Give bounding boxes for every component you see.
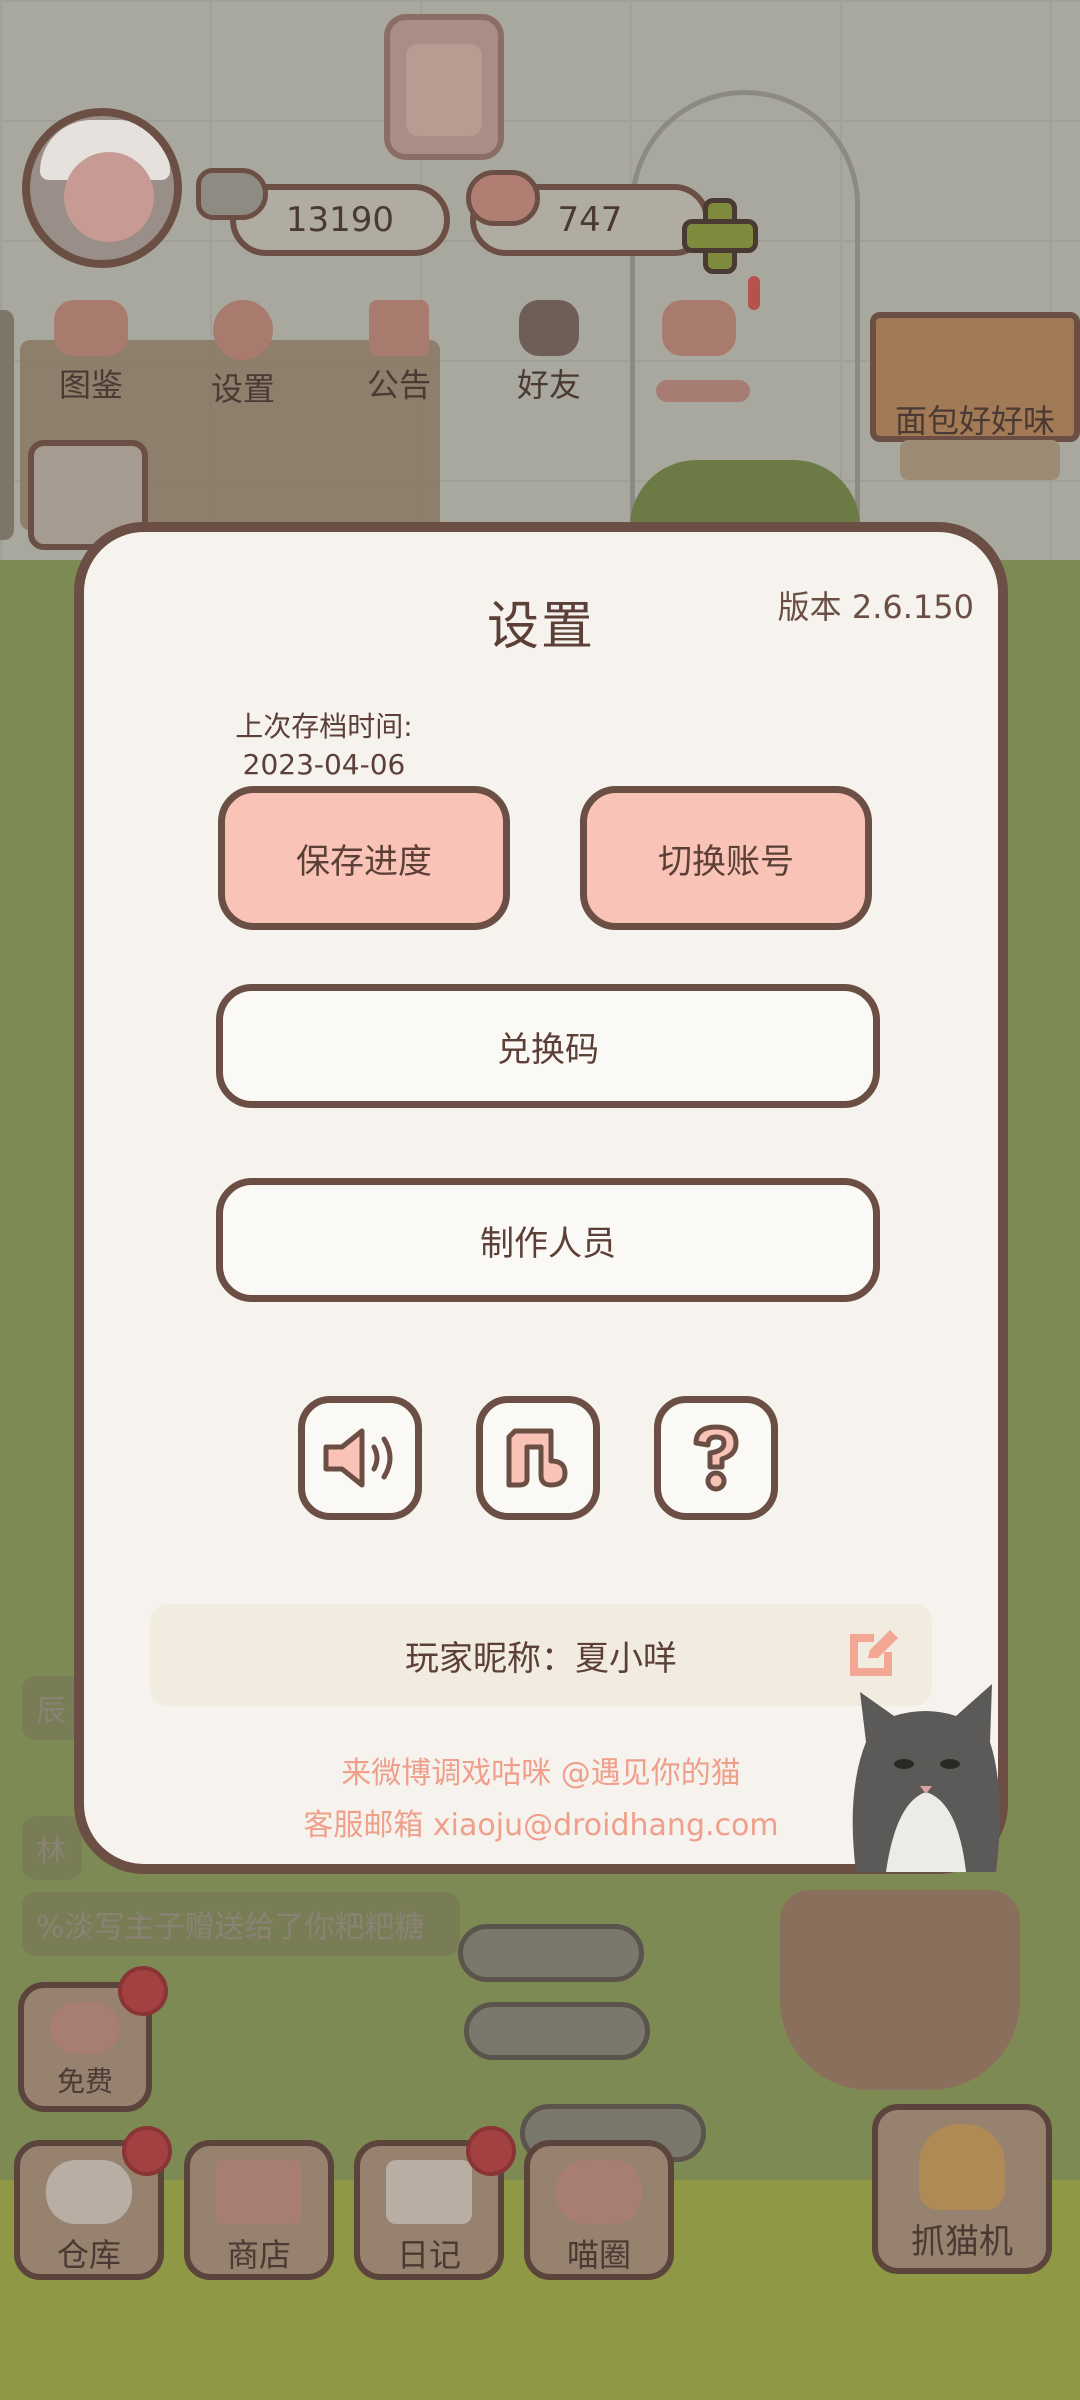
side-drawer-handle[interactable] (0, 310, 14, 540)
claw-machine-label: 抓猫机 (911, 2222, 1013, 2262)
friends-icon (519, 300, 579, 356)
stepping-stone (458, 1924, 644, 1982)
notification-dot (466, 2126, 516, 2176)
menu-settings[interactable]: 设置 (188, 300, 298, 410)
nickname-bar: 玩家昵称：夏小咩 (150, 1604, 932, 1706)
notification-dot (118, 1966, 168, 2016)
stepping-stone (464, 2002, 650, 2060)
meow-circle-button[interactable]: 喵圈 (524, 2140, 674, 2280)
chat-line: %淡写主子赠送给了你粑粑糖 (22, 1892, 460, 1956)
menu-announcement-label: 公告 (366, 366, 431, 404)
speaker-icon (323, 1428, 393, 1488)
fish-count: 13190 (285, 200, 395, 240)
diary-label: 日记 (396, 2236, 461, 2274)
bread-shop-sign[interactable]: 面包好好味 (870, 312, 1080, 442)
cat-photo-image (852, 1684, 1000, 1872)
version-label: 版本 2.6.150 (777, 588, 974, 626)
likes-progress-bar (656, 380, 750, 402)
switch-account-label: 切换账号 (658, 841, 794, 882)
menu-handbook[interactable]: 图鉴 (36, 300, 146, 406)
redeem-code-label: 兑换码 (497, 1029, 599, 1070)
claw-icon (919, 2124, 1005, 2210)
vegetable-basket (780, 1890, 1020, 2090)
claw-machine-button[interactable]: 抓猫机 (872, 2104, 1052, 2274)
menu-friends-label: 好友 (516, 366, 581, 404)
switch-account-button[interactable]: 切换账号 (580, 786, 872, 930)
add-currency-plus-icon[interactable] (682, 198, 758, 274)
rice-bowl-icon (46, 2160, 132, 2224)
credits-label: 制作人员 (480, 1223, 616, 1264)
shop-label: 商店 (226, 2236, 291, 2274)
fish-icon (196, 168, 268, 220)
warehouse-label: 仓库 (56, 2236, 121, 2274)
gift-icon (369, 300, 429, 356)
menu-settings-label: 设置 (210, 370, 275, 408)
help-button[interactable] (654, 1396, 778, 1520)
notification-dot (122, 2126, 172, 2176)
hearts-icon (662, 300, 736, 356)
meow-circle-label: 喵圈 (566, 2236, 631, 2274)
music-note-icon (506, 1428, 568, 1488)
question-mark-icon (693, 1424, 739, 1492)
sound-toggle-button[interactable] (298, 1396, 422, 1520)
menu-friends[interactable]: 好友 (494, 300, 604, 406)
heart-icon (466, 170, 540, 226)
shop-button[interactable]: 商店 (184, 2140, 334, 2280)
gear-icon (213, 300, 273, 360)
last-save-label: 上次存档时间: (235, 710, 413, 743)
chat-line: 林 (22, 1816, 82, 1880)
player-avatar[interactable] (22, 108, 182, 268)
menu-handbook-label: 图鉴 (58, 366, 123, 404)
ice-cream-picture-frame (384, 14, 504, 160)
cat-planet-icon (556, 2160, 642, 2224)
alert-exclamation-icon (748, 276, 760, 310)
diary-book-icon (386, 2160, 472, 2224)
chat-line: 辰 (22, 1676, 82, 1740)
music-toggle-button[interactable] (476, 1396, 600, 1520)
bread-easel (900, 440, 1060, 480)
avatar-face (64, 152, 154, 242)
nickname-label: 玩家昵称：夏小咩 (405, 1638, 677, 1679)
cat-head-icon (54, 300, 128, 356)
menu-likes[interactable] (644, 300, 754, 356)
save-progress-button[interactable]: 保存进度 (218, 786, 510, 930)
bread-sign-label: 面包好好味 (894, 402, 1055, 440)
shop-awning-icon (216, 2160, 302, 2224)
heart-face-icon (50, 2002, 120, 2054)
save-progress-label: 保存进度 (296, 841, 432, 882)
credits-button[interactable]: 制作人员 (216, 1178, 880, 1302)
heart-count: 747 (557, 200, 623, 240)
free-label: 免费 (56, 2065, 113, 2098)
menu-announcement[interactable]: 公告 (344, 300, 454, 406)
redeem-code-button[interactable]: 兑换码 (216, 984, 880, 1108)
